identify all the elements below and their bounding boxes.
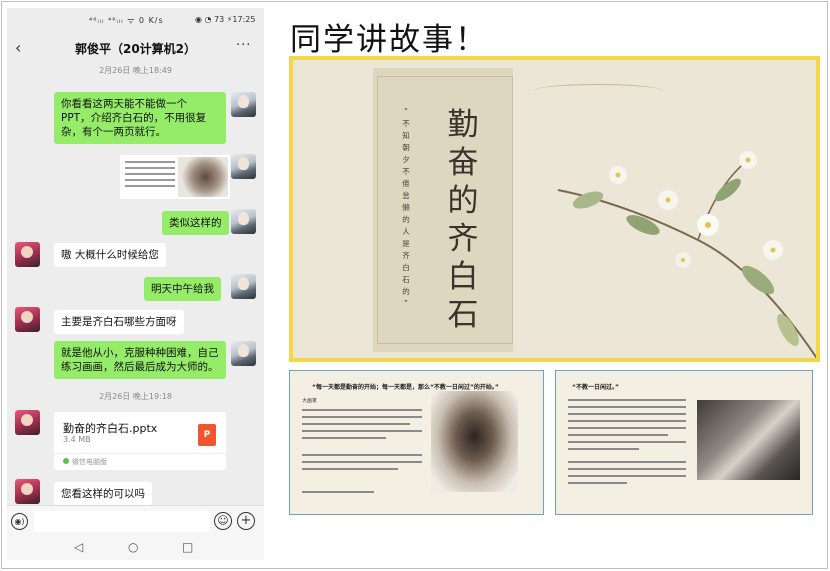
message-timestamp: 2月26日 晚上19:18	[99, 392, 172, 401]
title-char: 的	[447, 183, 479, 219]
message-bubble[interactable]: 嗷 大概什么时候给您	[54, 243, 166, 267]
slide-1-body-text	[302, 409, 422, 498]
message-input[interactable]	[34, 511, 210, 532]
self-avatar[interactable]	[231, 341, 256, 366]
content-slide-2[interactable]: “不教一日闲过。”	[555, 370, 813, 515]
system-nav-bar: ◁ ○ □	[7, 537, 264, 560]
title-char: 齐	[447, 221, 479, 257]
thumbnail-text-lines	[125, 161, 175, 191]
plus-icon[interactable]: +	[237, 512, 255, 530]
chat-nav-bar: ‹ 郭俊平（20计算机2） ···	[7, 32, 264, 62]
signal-indicators: ⁴⁶ᵢₗₗ ⁴⁶ᵢₗₗ ᯤ 0 K/s	[89, 16, 164, 25]
message-bubble[interactable]: 就是他从小，克服种种困难，自己练习画画，然后最后成为大师的。	[54, 341, 226, 379]
title-char: 奋	[447, 145, 479, 181]
file-name: 勤奋的齐白石.pptx	[63, 422, 158, 435]
thumbnail-portrait	[178, 157, 228, 197]
chat-title: 郭俊平（20计算机2）	[74, 42, 197, 56]
voice-input-icon[interactable]: ◉)	[11, 513, 28, 530]
status-bar: ⁴⁶ᵢₗₗ ⁴⁶ᵢₗₗ ᯤ 0 K/s ◉ ◔ 73 ⚡17:25	[7, 8, 264, 32]
cloud-decoration	[533, 84, 663, 98]
flower-branch-illustration	[557, 151, 816, 358]
contact-avatar[interactable]	[15, 410, 40, 435]
title-slide[interactable]: “ 不 知 朝 夕 不 倦 怠 懒 的 人 是 齐 白 石 的 ” 勤 奋 的 …	[289, 56, 820, 362]
slide-1-heading: “每一天都是勤奋的开始；每一天都是，那么“不教一日闲过”的开始。”	[312, 384, 499, 391]
contact-avatar[interactable]	[15, 307, 40, 332]
slide-2-heading: “不教一日闲过。”	[572, 384, 619, 391]
page-headline: 同学讲故事！	[290, 22, 488, 58]
message-bubble[interactable]: 您看这样的可以吗	[54, 482, 152, 506]
message-bubble[interactable]: 类似这样的	[162, 211, 229, 235]
phone-screen: ⁴⁶ᵢₗₗ ⁴⁶ᵢₗₗ ᯤ 0 K/s ◉ ◔ 73 ⚡17:25 ‹ 郭俊平（…	[7, 8, 264, 560]
file-message-card[interactable]: 勤奋的齐白石.pptx 3.4 MB P 微信电脑版	[54, 412, 226, 470]
self-avatar[interactable]	[231, 154, 256, 179]
screenshot-canvas: ⁴⁶ᵢₗₗ ⁴⁶ᵢₗₗ ᯤ 0 K/s ◉ ◔ 73 ⚡17:25 ‹ 郭俊平（…	[0, 0, 830, 571]
message-bubble[interactable]: 你看看这两天能不能做一个 PPT，介绍齐白石的，不用很复杂，有个一两页就行。	[54, 92, 226, 144]
title-char: 石	[447, 297, 479, 333]
self-avatar[interactable]	[231, 209, 256, 234]
message-bubble[interactable]: 主要是齐白石哪些方面呀	[54, 310, 184, 334]
pptx-file-icon: P	[198, 424, 216, 446]
wechat-pc-icon	[63, 458, 69, 464]
qi-baishi-portrait	[431, 391, 518, 492]
message-bubble[interactable]: 明天中午给我	[144, 277, 221, 301]
painting-photo	[697, 400, 800, 480]
file-source-row: 微信电脑版	[54, 453, 226, 470]
slide-subtitle: “ 不 知 朝 夕 不 倦 怠 懒 的 人 是 齐 白 石 的 ”	[402, 107, 410, 308]
nav-recent-icon[interactable]: □	[182, 540, 193, 554]
contact-avatar[interactable]	[15, 479, 40, 504]
message-timestamp: 2月26日 晚上18:49	[99, 66, 172, 75]
file-source: 微信电脑版	[72, 458, 107, 466]
nav-home-icon[interactable]: ○	[128, 540, 138, 554]
contact-avatar[interactable]	[15, 242, 40, 267]
nav-back-icon[interactable]: ◁	[74, 540, 83, 554]
slide-1-label: 大画家	[302, 398, 318, 404]
content-slide-1[interactable]: “每一天都是勤奋的开始；每一天都是，那么“不教一日闲过”的开始。” 大画家	[289, 370, 544, 515]
file-size: 3.4 MB	[63, 435, 91, 444]
slide-2-body-text	[568, 399, 686, 489]
chat-input-bar: ◉) ☺ +	[7, 505, 264, 537]
title-char: 白	[447, 259, 479, 295]
self-avatar[interactable]	[231, 92, 256, 117]
slide-title: 勤 奋 的 齐 白 石	[443, 106, 483, 334]
image-message-thumbnail[interactable]	[120, 155, 230, 199]
more-options-icon[interactable]: ···	[236, 38, 251, 53]
emoji-icon[interactable]: ☺	[214, 512, 232, 530]
title-char: 勤	[447, 107, 479, 143]
self-avatar[interactable]	[231, 274, 256, 299]
status-right: ◉ ◔ 73 ⚡17:25	[195, 15, 256, 24]
